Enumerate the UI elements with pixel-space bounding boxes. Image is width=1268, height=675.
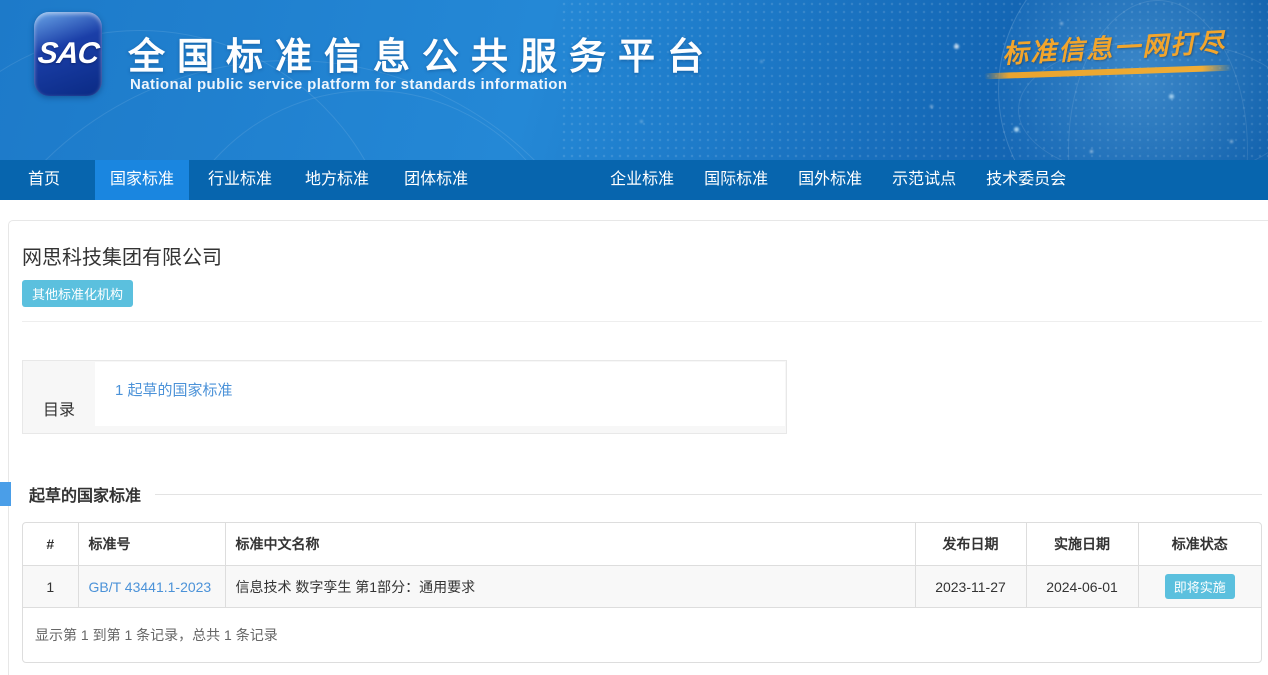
section-marker bbox=[0, 482, 11, 506]
toc-body: 1 起草的国家标准 bbox=[95, 362, 785, 426]
nav-item-home[interactable]: 首页 bbox=[13, 160, 75, 200]
col-header-status: 标准状态 bbox=[1138, 523, 1261, 566]
page-gap bbox=[0, 200, 1268, 220]
cell-index: 1 bbox=[23, 566, 78, 608]
standard-number-link[interactable]: GB/T 43441.1-2023 bbox=[89, 579, 212, 595]
section-title: 起草的国家标准 bbox=[29, 482, 141, 506]
toc-link-drafted-national-standards[interactable]: 1 起草的国家标准 bbox=[115, 382, 233, 399]
cell-status: 即将实施 bbox=[1138, 566, 1261, 608]
site-title: 全国标准信息公共服务平台 bbox=[128, 26, 716, 80]
col-header-standard-number: 标准号 bbox=[78, 523, 225, 566]
nav-item-foreign-standards[interactable]: 国外标准 bbox=[783, 160, 877, 200]
cell-implement-date: 2024-06-01 bbox=[1026, 566, 1138, 608]
nav-item-international-standards[interactable]: 国际标准 bbox=[689, 160, 783, 200]
sparkle-dots-decoration bbox=[0, 0, 3, 3]
nav-item-enterprise-standards[interactable]: 企业标准 bbox=[595, 160, 689, 200]
standards-table-container: # 标准号 标准中文名称 发布日期 实施日期 标准状态 1 GB/T 43441… bbox=[22, 522, 1262, 663]
nav-item-national-standards[interactable]: 国家标准 bbox=[95, 160, 189, 200]
sac-logo-text: SAC bbox=[36, 37, 100, 71]
site-header: SAC 全国标准信息公共服务平台 National public service… bbox=[0, 0, 1268, 160]
standards-table: # 标准号 标准中文名称 发布日期 实施日期 标准状态 1 GB/T 43441… bbox=[23, 523, 1261, 608]
nav-item-local-standards[interactable]: 地方标准 bbox=[290, 160, 384, 200]
table-header-row: # 标准号 标准中文名称 发布日期 实施日期 标准状态 bbox=[23, 523, 1261, 566]
col-header-publish-date: 发布日期 bbox=[915, 523, 1026, 566]
col-header-chinese-name: 标准中文名称 bbox=[225, 523, 915, 566]
section-header: 起草的国家标准 bbox=[22, 482, 1262, 506]
status-badge: 即将实施 bbox=[1165, 574, 1235, 599]
organization-type-badge: 其他标准化机构 bbox=[22, 280, 133, 307]
sac-logo[interactable]: SAC bbox=[34, 12, 102, 96]
toc-label: 目录 bbox=[23, 361, 95, 433]
organization-header: 网思科技集团有限公司 其他标准化机构 bbox=[22, 241, 1262, 322]
site-subtitle: National public service platform for sta… bbox=[130, 76, 567, 93]
nav-item-group-standards[interactable]: 团体标准 bbox=[389, 160, 483, 200]
cell-standard-number: GB/T 43441.1-2023 bbox=[78, 566, 225, 608]
col-header-index: # bbox=[23, 523, 78, 566]
cell-chinese-name: 信息技术 数字孪生 第1部分：通用要求 bbox=[225, 566, 915, 608]
nav-item-pilot-programs[interactable]: 示范试点 bbox=[877, 160, 971, 200]
organization-name: 网思科技集团有限公司 bbox=[22, 241, 1262, 270]
nav-item-technical-committees[interactable]: 技术委员会 bbox=[971, 160, 1081, 200]
table-record-summary: 显示第 1 到第 1 条记录，总共 1 条记录 bbox=[23, 608, 1261, 662]
cell-publish-date: 2023-11-27 bbox=[915, 566, 1026, 608]
col-header-implement-date: 实施日期 bbox=[1026, 523, 1138, 566]
table-row: 1 GB/T 43441.1-2023 信息技术 数字孪生 第1部分：通用要求 … bbox=[23, 566, 1261, 608]
main-nav: 首页 国家标准 行业标准 地方标准 团体标准 企业标准 国际标准 国外标准 示范… bbox=[0, 160, 1268, 200]
toc-box: 目录 1 起草的国家标准 bbox=[22, 360, 787, 434]
section-divider-line bbox=[155, 494, 1262, 495]
content-card: 网思科技集团有限公司 其他标准化机构 目录 1 起草的国家标准 起草的国家标准 … bbox=[8, 220, 1268, 675]
nav-item-industry-standards[interactable]: 行业标准 bbox=[193, 160, 287, 200]
